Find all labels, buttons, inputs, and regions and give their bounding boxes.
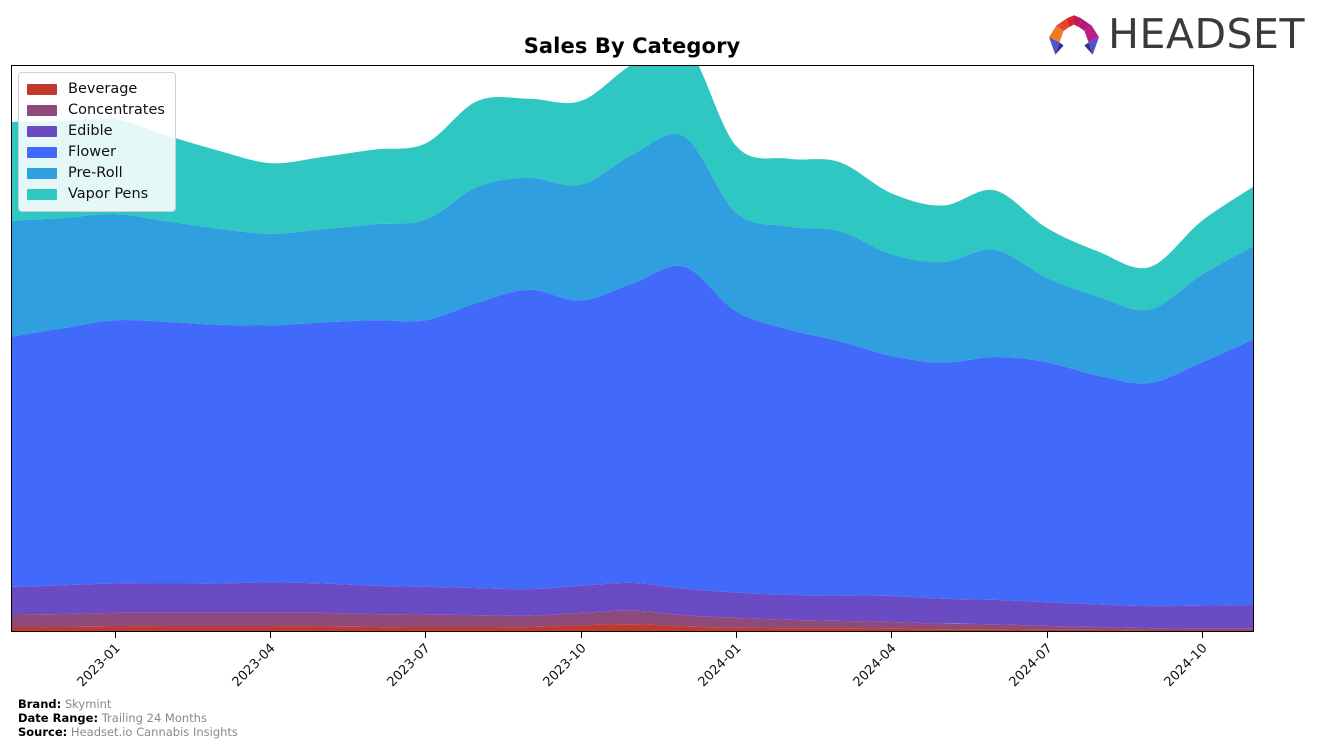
footer-key-source: Source:: [18, 725, 68, 739]
footer-row-source: Source: Headset.io Cannabis Insights: [18, 725, 238, 739]
legend-label-beverage: Beverage: [68, 81, 138, 98]
x-tick-mark: [1046, 632, 1048, 638]
x-tick-label-2023-01: 2023-01: [74, 641, 124, 691]
x-axis: 2023-01 2023-04 2023-07 2023-10 2024-01 2024-…: [0, 632, 1317, 692]
x-tick-mark: [1202, 632, 1204, 638]
legend-item-edible[interactable]: Edible: [27, 121, 165, 142]
x-tick-mark: [114, 632, 116, 638]
legend-item-flower[interactable]: Flower: [27, 142, 165, 163]
footer-key-brand: Brand:: [18, 697, 62, 711]
x-tick-label-2023-04: 2023-04: [229, 641, 279, 691]
legend-swatch-pre-roll: [27, 168, 57, 179]
footer-row-date-range: Date Range: Trailing 24 Months: [18, 711, 238, 725]
legend-label-pre-roll: Pre-Roll: [68, 165, 123, 182]
footer-row-brand: Brand: Skymint: [18, 697, 238, 711]
brand-wordmark: HEADSET: [1108, 9, 1305, 58]
x-tick-label-2023-10: 2023-10: [540, 641, 590, 691]
chart-plot-area: Beverage Concentrates Edible Flower Pre-…: [11, 65, 1254, 632]
legend-swatch-concentrates: [27, 105, 57, 116]
x-tick-label-2023-07: 2023-07: [384, 641, 434, 691]
footer-value-source: Headset.io Cannabis Insights: [70, 725, 238, 739]
x-tick-mark: [891, 632, 893, 638]
x-tick-label-2024-04: 2024-04: [851, 641, 901, 691]
legend-swatch-vapor-pens: [27, 189, 57, 200]
x-tick-mark: [736, 632, 738, 638]
x-tick-mark: [269, 632, 271, 638]
legend-label-vapor-pens: Vapor Pens: [68, 186, 149, 203]
x-tick-label-2024-07: 2024-07: [1006, 641, 1056, 691]
legend-item-pre-roll[interactable]: Pre-Roll: [27, 163, 165, 184]
x-tick-label-2024-01: 2024-01: [695, 641, 745, 691]
x-tick-label-2024-10: 2024-10: [1161, 641, 1211, 691]
legend-swatch-beverage: [27, 84, 57, 95]
chart-footer: Brand: Skymint Date Range: Trailing 24 M…: [18, 697, 238, 739]
chart-page: Sales By Category HEADSET Beverage Conce…: [0, 0, 1317, 745]
x-tick-mark: [425, 632, 427, 638]
stacked-area-chart: [12, 66, 1253, 631]
legend-swatch-flower: [27, 147, 57, 158]
headset-arch-logo: [1049, 15, 1100, 55]
legend-label-flower: Flower: [68, 144, 116, 161]
brand-logo: HEADSET: [1048, 8, 1305, 60]
x-tick-mark: [580, 632, 582, 638]
footer-value-brand: Skymint: [64, 697, 112, 711]
legend-label-concentrates: Concentrates: [68, 102, 165, 119]
legend-label-edible: Edible: [68, 123, 113, 140]
footer-key-date-range: Date Range:: [18, 711, 99, 725]
legend-item-vapor-pens[interactable]: Vapor Pens: [27, 184, 165, 205]
legend-item-beverage[interactable]: Beverage: [27, 79, 165, 100]
footer-value-date-range: Trailing 24 Months: [101, 711, 207, 725]
area-series-group: [12, 66, 1253, 631]
legend-item-concentrates[interactable]: Concentrates: [27, 100, 165, 121]
chart-legend: Beverage Concentrates Edible Flower Pre-…: [18, 72, 176, 212]
legend-swatch-edible: [27, 126, 57, 137]
